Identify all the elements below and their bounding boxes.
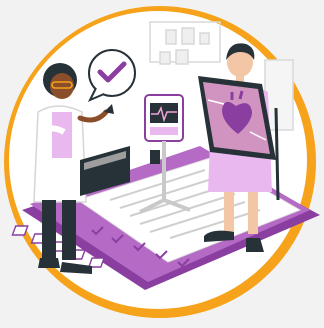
stand-clamp — [150, 150, 160, 164]
patient-leg — [248, 192, 258, 234]
doctor-pants — [62, 200, 76, 260]
doctor-pants — [42, 200, 56, 260]
patient-neck — [236, 74, 244, 82]
doctor-head — [50, 73, 74, 99]
doctor-arm-pointing — [41, 125, 66, 135]
lab-window — [264, 59, 294, 131]
lab-jar — [165, 29, 177, 45]
panel-pole — [274, 107, 280, 201]
lab-jar — [175, 49, 189, 65]
lab-jar — [181, 27, 195, 45]
lab-jar — [159, 51, 171, 65]
doctor-shoe — [38, 258, 60, 268]
patient-leg — [224, 192, 234, 232]
lab-jar — [199, 32, 210, 45]
illustration-svg — [4, 6, 320, 318]
monitor-panel — [150, 127, 178, 135]
illustration-canvas — [0, 0, 324, 328]
doctor-shirt — [52, 112, 72, 158]
